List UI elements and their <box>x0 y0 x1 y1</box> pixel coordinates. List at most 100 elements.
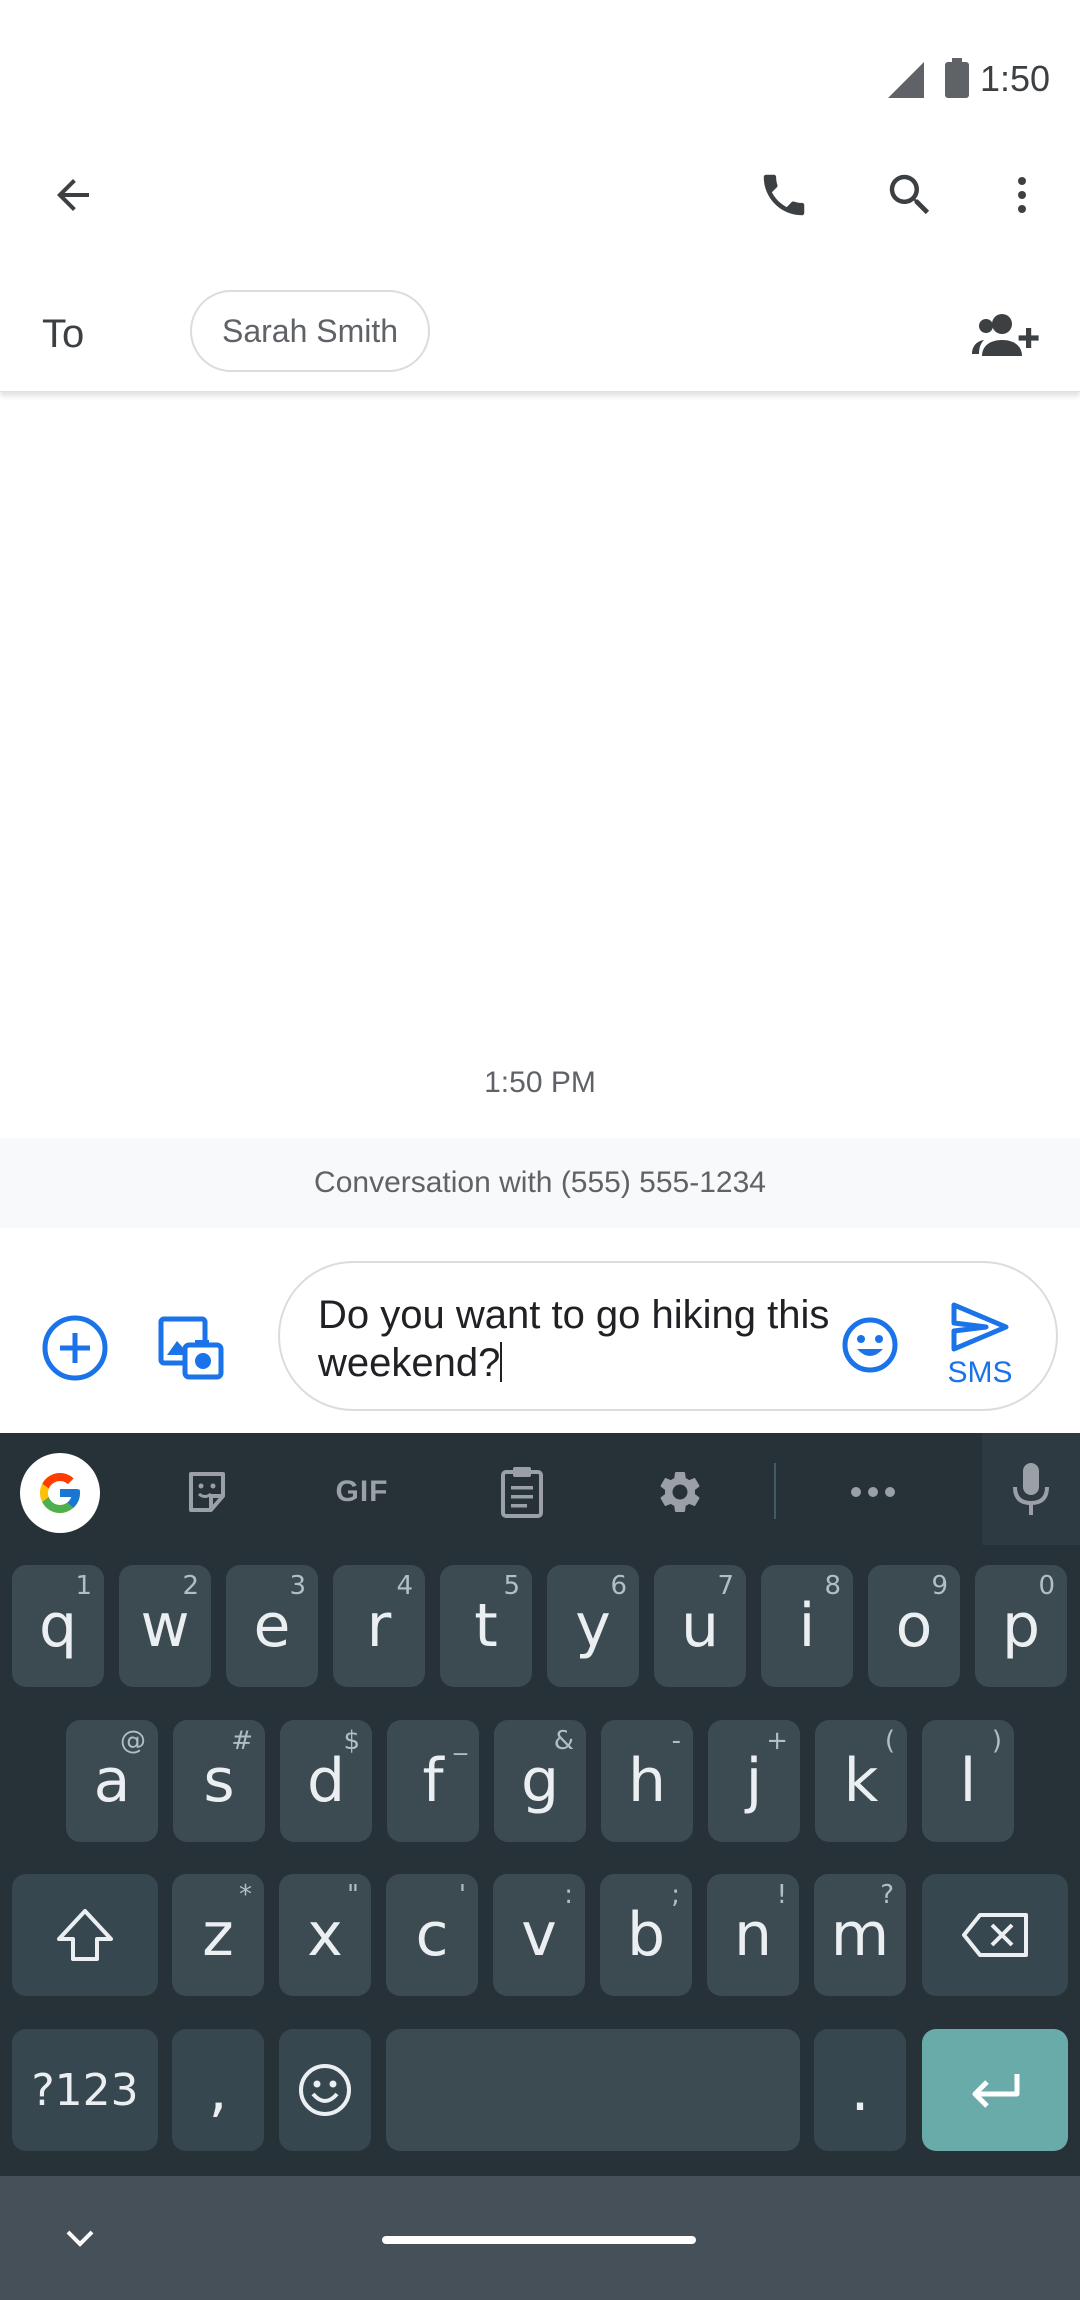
shift-key[interactable] <box>12 1874 158 1996</box>
key-w-hint: 2 <box>182 1571 199 1601</box>
key-e-label: e <box>253 1591 291 1661</box>
key-o-label: o <box>895 1591 933 1661</box>
key-i[interactable]: i8 <box>761 1565 853 1687</box>
gallery-camera-icon[interactable] <box>155 1313 225 1383</box>
key-x-hint: " <box>347 1880 359 1910</box>
message-input[interactable]: Do you want to go hiking this weekend? S… <box>278 1261 1058 1411</box>
battery-icon <box>945 58 969 98</box>
search-button[interactable] <box>870 155 950 235</box>
message-timestamp: 1:50 PM <box>484 1066 596 1099</box>
key-y-hint: 6 <box>610 1571 627 1601</box>
backspace-key[interactable] <box>922 1874 1068 1996</box>
key-k[interactable]: k( <box>815 1720 907 1842</box>
key-p-label: p <box>1001 1591 1041 1661</box>
key-o[interactable]: o9 <box>868 1565 960 1687</box>
send-icon <box>951 1302 1009 1352</box>
key-n[interactable]: n! <box>707 1874 799 1996</box>
key-v-label: v <box>521 1900 557 1970</box>
message-text[interactable]: Do you want to go hiking this weekend? <box>318 1291 838 1387</box>
key-r-label: r <box>366 1591 392 1661</box>
back-button[interactable] <box>33 155 113 235</box>
key-z[interactable]: z * <box>172 1874 264 1996</box>
key-r-hint: 4 <box>396 1571 413 1601</box>
key-a-label: a <box>93 1746 131 1816</box>
key-g[interactable]: g & <box>494 1720 586 1842</box>
settings-icon[interactable] <box>645 1457 715 1527</box>
backspace-icon <box>962 1913 1028 1957</box>
key-b[interactable]: b; <box>600 1874 692 1996</box>
key-u[interactable]: u7 <box>654 1565 746 1687</box>
add-recipient-button[interactable] <box>966 300 1046 368</box>
key-y[interactable]: y6 <box>547 1565 639 1687</box>
key-o-hint: 9 <box>931 1571 948 1601</box>
sticker-icon[interactable] <box>172 1457 242 1527</box>
key-g-hint: & <box>553 1726 574 1756</box>
key-i-label: i <box>798 1591 816 1661</box>
chevron-down-icon[interactable] <box>60 2218 100 2258</box>
voice-input-button[interactable] <box>982 1433 1080 1545</box>
keyboard: GIF q 1 w 2 e 3 r 4 t 5 y 6 u 7 i 8 o 9 p 0 a @ s # d $ f _ g & h - j + k(… <box>0 1433 1080 2176</box>
key-h-hint: - <box>671 1726 681 1756</box>
navigation-bar <box>0 2176 1080 2300</box>
enter-icon <box>972 2074 1020 2108</box>
key-c[interactable]: c ' <box>386 1874 478 1996</box>
add-person-icon <box>972 314 1039 356</box>
period-key[interactable]: . <box>814 2029 906 2151</box>
key-e[interactable]: e3 <box>226 1565 318 1687</box>
key-s[interactable]: s # <box>173 1720 265 1842</box>
key-q-label: q <box>38 1591 78 1661</box>
key-b-label: b <box>626 1900 666 1970</box>
call-button[interactable] <box>744 155 824 235</box>
key-s-label: s <box>203 1746 235 1816</box>
key-f[interactable]: f _ <box>387 1720 479 1842</box>
gif-icon[interactable]: GIF <box>320 1457 404 1527</box>
send-button[interactable]: SMS <box>940 1301 1020 1401</box>
signal-icon <box>888 62 924 98</box>
key-j[interactable]: j + <box>708 1720 800 1842</box>
key-b-hint: ; <box>671 1880 680 1910</box>
key-u-hint: 7 <box>717 1571 734 1601</box>
key-h[interactable]: h- <box>601 1720 693 1842</box>
emoji-icon[interactable] <box>840 1315 900 1375</box>
arrow-back-icon <box>57 179 89 211</box>
key-t-hint: 5 <box>503 1571 520 1601</box>
key-r[interactable]: r4 <box>333 1565 425 1687</box>
key-f-label: f <box>422 1746 444 1816</box>
google-icon[interactable] <box>20 1453 100 1533</box>
key-a[interactable]: a @ <box>66 1720 158 1842</box>
key-x-label: x <box>307 1900 343 1970</box>
more-options-button[interactable] <box>982 155 1062 235</box>
key-d-hint: $ <box>343 1726 360 1756</box>
key-u-label: u <box>680 1591 720 1661</box>
key-w[interactable]: w2 <box>119 1565 211 1687</box>
add-attachment-icon[interactable] <box>40 1313 110 1383</box>
key-p-hint: 0 <box>1038 1571 1055 1601</box>
key-p[interactable]: p0 <box>975 1565 1067 1687</box>
key-m-label: m <box>830 1900 890 1970</box>
key-m[interactable]: m? <box>814 1874 906 1996</box>
key-d[interactable]: d $ <box>280 1720 372 1842</box>
key-v[interactable]: v: <box>493 1874 585 1996</box>
key-t-label: t <box>474 1591 498 1661</box>
emoji-icon <box>299 2064 351 2116</box>
home-indicator[interactable] <box>382 2236 696 2244</box>
shift-icon <box>57 1909 113 1961</box>
clipboard-icon[interactable] <box>487 1457 557 1527</box>
symbols-key[interactable]: ?123 <box>12 2029 158 2151</box>
more-vert-icon <box>1018 177 1026 213</box>
comma-key[interactable]: , <box>172 2029 264 2151</box>
key-a-hint: @ <box>120 1726 146 1756</box>
key-n-hint: ! <box>776 1880 787 1910</box>
key-x[interactable]: x " <box>279 1874 371 1996</box>
recipient-chip[interactable]: Sarah Smith <box>190 290 431 372</box>
key-l[interactable]: l) <box>922 1720 1014 1842</box>
recipient-row: To Sarah Smith <box>0 280 1080 392</box>
key-t[interactable]: t5 <box>440 1565 532 1687</box>
more-horiz-icon[interactable] <box>838 1457 908 1527</box>
space-key[interactable] <box>386 2029 800 2151</box>
app-bar <box>0 140 1080 250</box>
send-type-label: SMS <box>947 1356 1013 1389</box>
emoji-key[interactable] <box>279 2029 371 2151</box>
key-q[interactable]: q1 <box>12 1565 104 1687</box>
enter-key[interactable] <box>922 2029 1068 2151</box>
